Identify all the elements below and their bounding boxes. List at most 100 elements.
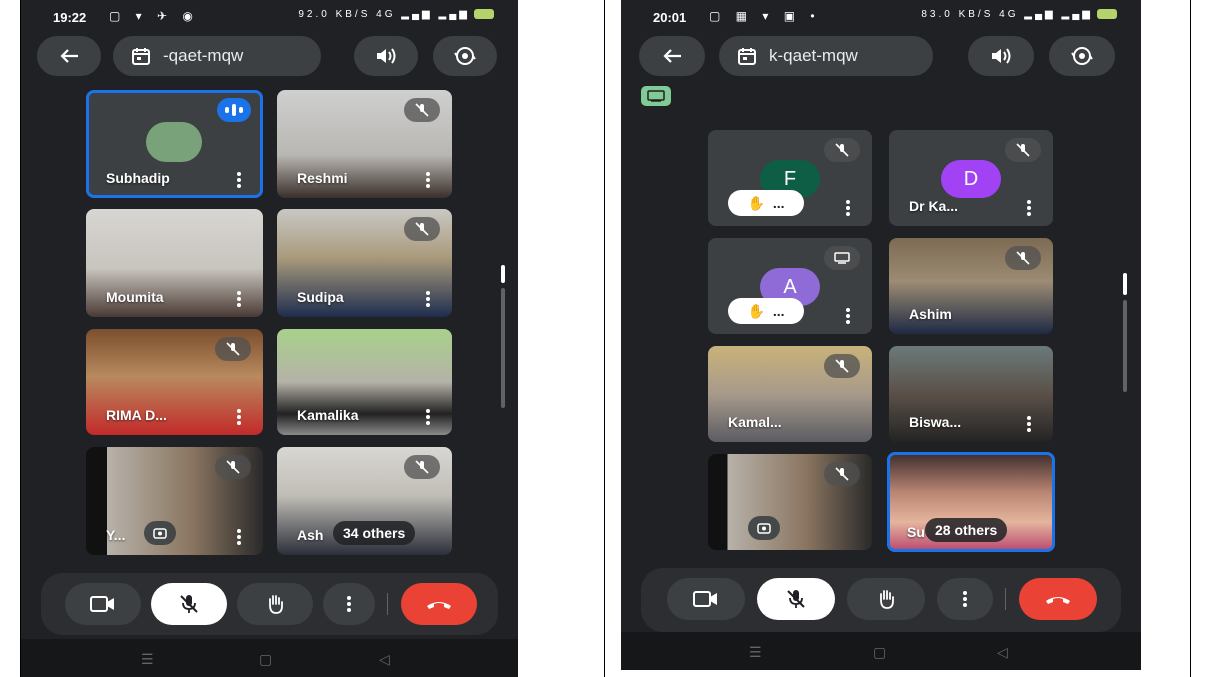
participant-name: Dr Ka... xyxy=(909,198,959,214)
switch-camera-button[interactable] xyxy=(1049,36,1115,76)
back-nav-icon[interactable]: ◁ xyxy=(379,651,390,668)
net-speed: 92.0 KB/S xyxy=(298,9,371,20)
home-nav-icon[interactable]: ▢ xyxy=(259,651,272,668)
battery-icon xyxy=(1097,9,1117,20)
arrow-left-icon xyxy=(663,49,681,63)
system-nav-bar: ☰ ▢ ◁ xyxy=(21,639,518,677)
raise-hand-button[interactable] xyxy=(237,583,313,625)
end-call-button[interactable] xyxy=(401,583,477,625)
scrollbar-thumb[interactable] xyxy=(1123,273,1127,295)
mic-off-icon xyxy=(215,455,251,479)
avatar: D xyxy=(941,160,1001,198)
more-options-icon[interactable] xyxy=(237,409,241,425)
recents-nav-icon[interactable]: ☰ xyxy=(141,651,154,668)
camera-toggle-button[interactable] xyxy=(65,583,141,625)
more-options-icon[interactable] xyxy=(237,291,241,307)
participant-name: Su xyxy=(907,524,925,540)
camera-flip-icon xyxy=(1071,47,1093,65)
status-right: 92.0 KB/S 4G ▂▄▆ ▂▄▆ xyxy=(298,9,494,20)
participant-tile[interactable]: Y... xyxy=(86,447,263,555)
mic-off-icon xyxy=(1005,138,1041,162)
video-camera-icon xyxy=(90,596,114,612)
participant-tile[interactable]: Reshmi xyxy=(277,90,452,198)
more-options-icon[interactable] xyxy=(1027,200,1031,216)
participant-tile[interactable]: Sudipa xyxy=(277,209,452,317)
participant-name: Biswa... xyxy=(909,414,962,430)
mic-toggle-button[interactable] xyxy=(151,583,227,625)
speaking-indicator-icon xyxy=(217,98,251,122)
mic-toggle-button[interactable] xyxy=(757,578,835,620)
back-button[interactable] xyxy=(639,36,705,76)
participant-tile[interactable]: D Dr Ka... xyxy=(889,130,1053,226)
more-options-button[interactable] xyxy=(323,583,375,625)
raised-hand-badge: ✋... xyxy=(728,190,804,216)
more-options-icon[interactable] xyxy=(846,308,850,324)
more-options-icon[interactable] xyxy=(426,409,430,425)
participant-tile[interactable]: Biswa... xyxy=(889,346,1053,442)
meeting-info-button[interactable]: -qaet-mqw xyxy=(113,36,321,76)
meeting-code: k-qaet-mqw xyxy=(769,46,858,65)
participant-tile[interactable] xyxy=(708,454,872,550)
home-nav-icon[interactable]: ▢ xyxy=(873,644,886,661)
scrollbar-thumb[interactable] xyxy=(501,265,505,283)
presenting-cast-icon[interactable] xyxy=(641,86,671,106)
top-bar: k-qaet-mqw xyxy=(621,36,1141,80)
scrollbar-track[interactable] xyxy=(501,288,505,408)
others-count-badge[interactable]: 28 others xyxy=(925,518,1008,542)
audio-output-button[interactable] xyxy=(968,36,1034,76)
more-options-button[interactable] xyxy=(937,578,993,620)
end-call-button[interactable] xyxy=(1019,578,1097,620)
battery-icon xyxy=(474,9,494,20)
more-options-icon[interactable] xyxy=(846,200,850,216)
raise-hand-button[interactable] xyxy=(847,578,925,620)
mic-off-icon xyxy=(404,217,440,241)
participant-name: Subhadip xyxy=(106,170,170,186)
participant-tile[interactable]: Ash 34 others xyxy=(277,447,452,555)
participant-name: Reshmi xyxy=(297,170,348,186)
phone-hangup-icon xyxy=(1046,597,1070,604)
camera-toggle-button[interactable] xyxy=(667,578,745,620)
participant-tile[interactable]: Kamalika xyxy=(277,329,452,435)
audio-output-button[interactable] xyxy=(354,36,418,76)
mic-off-icon xyxy=(824,354,860,378)
participant-tile[interactable]: A ✋... xyxy=(708,238,872,334)
camera-icon xyxy=(144,521,176,545)
meeting-info-button[interactable]: k-qaet-mqw xyxy=(719,36,933,76)
mic-off-icon xyxy=(404,98,440,122)
more-options-icon[interactable] xyxy=(1027,416,1031,432)
notification-icons: ▢ ▦ ▾ ▣ • xyxy=(709,9,821,23)
participant-tile[interactable]: Ashim xyxy=(889,238,1053,334)
participant-tile[interactable]: Subhadip xyxy=(86,90,263,198)
participant-tile[interactable]: RIMA D... xyxy=(86,329,263,435)
hand-icon xyxy=(880,590,894,609)
signal-label: 4G xyxy=(376,9,396,20)
call-controls xyxy=(41,573,498,635)
mic-off-icon xyxy=(787,590,805,608)
mic-off-icon xyxy=(824,138,860,162)
participant-tile[interactable]: Kamal... xyxy=(708,346,872,442)
back-button[interactable] xyxy=(37,36,101,76)
more-options-icon[interactable] xyxy=(237,529,241,545)
more-options-icon[interactable] xyxy=(237,172,241,188)
status-time: 20:01 xyxy=(653,10,687,25)
controls-divider xyxy=(387,593,388,615)
participant-tile[interactable]: F ✋... xyxy=(708,130,872,226)
recents-nav-icon[interactable]: ☰ xyxy=(749,644,762,661)
back-nav-icon[interactable]: ◁ xyxy=(997,644,1008,661)
others-count-badge[interactable]: 34 others xyxy=(333,521,416,545)
signal-label: 4G xyxy=(999,9,1019,20)
phone-hangup-icon xyxy=(427,602,451,609)
mic-off-icon xyxy=(180,595,198,613)
scrollbar-track[interactable] xyxy=(1123,300,1127,392)
more-options-icon[interactable] xyxy=(426,172,430,188)
more-options-icon[interactable] xyxy=(426,291,430,307)
participant-tile[interactable]: Su 28 others xyxy=(887,452,1055,552)
presenting-icon xyxy=(824,246,860,270)
switch-camera-button[interactable] xyxy=(433,36,497,76)
participant-name: RIMA D... xyxy=(106,407,167,423)
hand-icon: ✋ xyxy=(747,302,765,319)
status-right: 83.0 KB/S 4G ▂▄▆ ▂▄▆ xyxy=(921,9,1117,20)
call-controls xyxy=(641,568,1121,632)
participant-tile[interactable]: Moumita xyxy=(86,209,263,317)
participant-name: Y... xyxy=(106,527,126,543)
